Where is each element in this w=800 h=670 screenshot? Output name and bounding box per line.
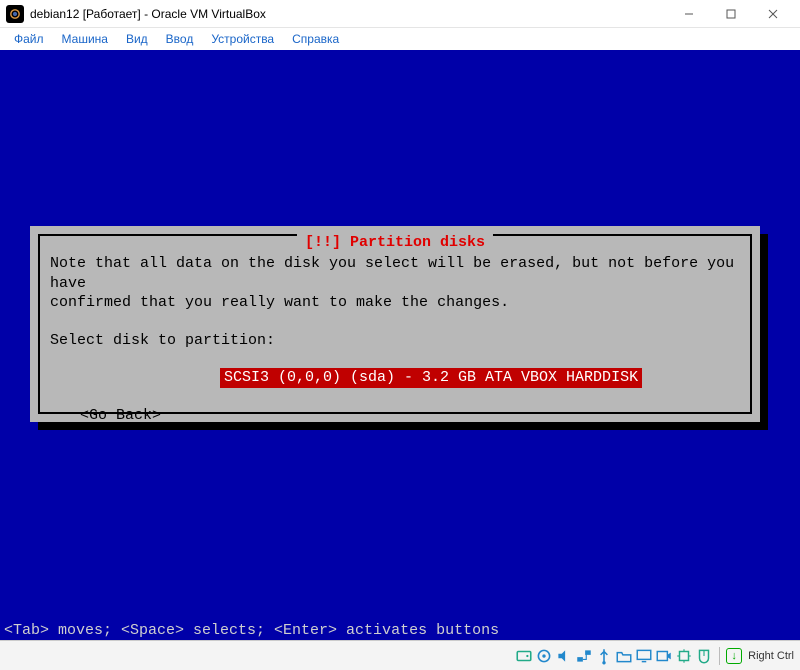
menu-input[interactable]: Ввод xyxy=(158,30,202,48)
mouse-integration-icon[interactable] xyxy=(695,647,713,665)
menu-view[interactable]: Вид xyxy=(118,30,156,48)
menubar: Файл Машина Вид Ввод Устройства Справка xyxy=(0,28,800,50)
host-key-label: Right Ctrl xyxy=(748,650,794,662)
menu-machine[interactable]: Машина xyxy=(54,30,116,48)
shared-folder-icon[interactable] xyxy=(615,647,633,665)
vm-screen[interactable]: [!!] Partition disks Note that all data … xyxy=(0,50,800,640)
usb-icon[interactable] xyxy=(595,647,613,665)
harddisk-icon[interactable] xyxy=(515,647,533,665)
window-title: debian12 [Работает] - Oracle VM VirtualB… xyxy=(30,7,266,21)
host-key-icon: ↓ xyxy=(726,648,742,664)
partition-dialog: [!!] Partition disks Note that all data … xyxy=(30,226,760,422)
close-button[interactable] xyxy=(752,0,794,28)
minimize-button[interactable] xyxy=(668,0,710,28)
recording-icon[interactable] xyxy=(655,647,673,665)
maximize-button[interactable] xyxy=(710,0,752,28)
titlebar: debian12 [Работает] - Oracle VM VirtualB… xyxy=(0,0,800,28)
audio-icon[interactable] xyxy=(555,647,573,665)
go-back-button[interactable]: <Go Back> xyxy=(50,406,740,426)
dialog-prompt: Select disk to partition: xyxy=(50,331,740,351)
menu-devices[interactable]: Устройства xyxy=(203,30,282,48)
processor-icon[interactable] xyxy=(675,647,693,665)
optical-icon[interactable] xyxy=(535,647,553,665)
disk-option-selected[interactable]: SCSI3 (0,0,0) (sda) - 3.2 GB ATA VBOX HA… xyxy=(220,368,642,388)
dialog-note-line1: Note that all data on the disk you selec… xyxy=(50,254,740,293)
virtualbox-icon xyxy=(6,5,24,23)
dialog-title: [!!] Partition disks xyxy=(297,234,493,251)
dialog-note-line2: confirmed that you really want to make t… xyxy=(50,293,740,313)
statusbar: ↓ Right Ctrl xyxy=(0,640,800,670)
hint-bar: <Tab> moves; <Space> selects; <Enter> ac… xyxy=(0,620,800,640)
menu-help[interactable]: Справка xyxy=(284,30,347,48)
display-icon[interactable] xyxy=(635,647,653,665)
network-icon[interactable] xyxy=(575,647,593,665)
menu-file[interactable]: Файл xyxy=(6,30,52,48)
